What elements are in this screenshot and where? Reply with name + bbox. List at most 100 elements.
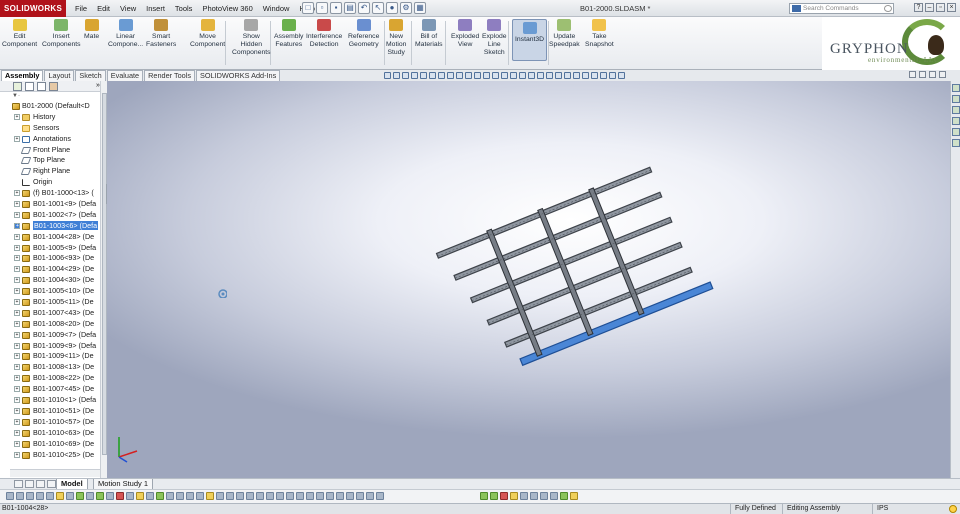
- file-explorer-icon[interactable]: [952, 106, 960, 114]
- undo-icon[interactable]: ↶: [358, 2, 370, 14]
- edit-appearance-icon[interactable]: [447, 72, 454, 79]
- motion-tool-icon[interactable]: [520, 492, 528, 500]
- status-units[interactable]: IPS: [872, 504, 888, 514]
- motion-tool-icon[interactable]: [356, 492, 364, 500]
- tree-item[interactable]: + B01-1004<30> (De: [0, 275, 100, 286]
- tree-item[interactable]: + B01-1009<7> (Defa: [0, 330, 100, 341]
- motion-tool-icon[interactable]: [216, 492, 224, 500]
- zoom-to-fit-icon[interactable]: [384, 72, 391, 79]
- menu-photoview-360[interactable]: PhotoView 360: [197, 0, 257, 17]
- take-snapshot-button[interactable]: Take Snapshot: [585, 19, 614, 49]
- motion-tool-icon[interactable]: [540, 492, 548, 500]
- view-orientation-icon[interactable]: [420, 72, 427, 79]
- motion-tool-icon[interactable]: [66, 492, 74, 500]
- design-library-icon[interactable]: [952, 95, 960, 103]
- explode-line-button[interactable]: Explode Line Sketch: [482, 19, 507, 57]
- expand-icon[interactable]: +: [14, 309, 20, 316]
- minimize-icon[interactable]: –: [925, 3, 934, 12]
- select-arrow-icon[interactable]: ↖: [372, 2, 384, 14]
- apply-scene-icon[interactable]: [456, 72, 463, 79]
- motion-tool-icon[interactable]: [196, 492, 204, 500]
- expand-icon[interactable]: +: [14, 244, 20, 251]
- motion-tool-icon[interactable]: [316, 492, 324, 500]
- update-speedpak-button[interactable]: Update Speedpak: [549, 19, 580, 49]
- expand-icon[interactable]: +: [14, 233, 20, 240]
- motion-tool-icon[interactable]: [116, 492, 124, 500]
- motion-tool-icon[interactable]: [306, 492, 314, 500]
- tree-item[interactable]: + B01-1008<20> (De: [0, 319, 100, 330]
- tree-item[interactable]: Sensors: [0, 123, 100, 134]
- next-tab-icon[interactable]: [36, 480, 45, 488]
- expand-icon[interactable]: +: [14, 451, 20, 458]
- tree-item[interactable]: + B01-1004<28> (De: [0, 232, 100, 243]
- motion-tool-icon[interactable]: [366, 492, 374, 500]
- expand-icon[interactable]: +: [14, 211, 20, 218]
- search-commands-input[interactable]: Search Commands: [789, 3, 894, 14]
- expand-icon[interactable]: +: [14, 190, 20, 197]
- instant3d-button[interactable]: Instant3D: [512, 19, 548, 61]
- new-motion-button[interactable]: New Motion Study: [386, 19, 406, 57]
- motion-tool-icon[interactable]: [156, 492, 164, 500]
- expand-icon[interactable]: +: [14, 266, 20, 273]
- tree-item[interactable]: + B01-1008<13> (De: [0, 362, 100, 373]
- menu-window[interactable]: Window: [258, 0, 295, 17]
- appearances-icon[interactable]: [952, 128, 960, 136]
- tree-item[interactable]: + B01-1004<29> (De: [0, 264, 100, 275]
- hide-show-icon[interactable]: [438, 72, 445, 79]
- expand-icon[interactable]: +: [14, 277, 20, 284]
- open-folder-icon[interactable]: ▫: [316, 2, 328, 14]
- realview-icon[interactable]: [573, 72, 580, 79]
- search-scope-icon[interactable]: [792, 5, 801, 12]
- first-tab-icon[interactable]: [14, 480, 23, 488]
- resources-icon[interactable]: [952, 84, 960, 92]
- menu-insert[interactable]: Insert: [141, 0, 170, 17]
- tree-item[interactable]: + (f) B01-1000<13> (: [0, 188, 100, 199]
- tree-horizontal-scrollbar[interactable]: [10, 469, 100, 477]
- minimize-viewport-icon[interactable]: [919, 71, 926, 78]
- isometric-icon[interactable]: [501, 72, 508, 79]
- motion-tool-icon[interactable]: [346, 492, 354, 500]
- tree-item[interactable]: + B01-1010<25> (De: [0, 450, 100, 461]
- save-icon[interactable]: ▪: [330, 2, 342, 14]
- expand-icon[interactable]: +: [14, 135, 20, 142]
- motion-tool-icon[interactable]: [510, 492, 518, 500]
- tree-item[interactable]: + B01-1005<11> (De: [0, 297, 100, 308]
- expand-icon[interactable]: +: [14, 299, 20, 306]
- reference-geometry-button[interactable]: Reference Geometry: [348, 19, 379, 49]
- assembly-model[interactable]: [107, 81, 950, 478]
- expand-icon[interactable]: +: [14, 113, 20, 120]
- motion-tool-icon[interactable]: [36, 492, 44, 500]
- selected-rail[interactable]: [519, 281, 714, 367]
- motion-tool-icon[interactable]: [480, 492, 488, 500]
- expand-icon[interactable]: +: [14, 429, 20, 436]
- motion-tool-icon[interactable]: [246, 492, 254, 500]
- decals-icon[interactable]: [609, 72, 616, 79]
- view-palette-icon[interactable]: [952, 117, 960, 125]
- hidden-lines-icon[interactable]: [537, 72, 544, 79]
- lights-icon[interactable]: [591, 72, 598, 79]
- configuration-manager-tab-icon[interactable]: [37, 82, 46, 91]
- help-question-icon[interactable]: ?: [914, 3, 923, 12]
- file-properties-icon[interactable]: ▦: [414, 2, 426, 14]
- motion-tool-icon[interactable]: [550, 492, 558, 500]
- motion-tool-icon[interactable]: [530, 492, 538, 500]
- tree-item[interactable]: + B01-1010<51> (De: [0, 406, 100, 417]
- tab-solidworks-add-ins[interactable]: SOLIDWORKS Add-Ins: [196, 70, 281, 81]
- tree-root-assembly[interactable]: B01-2000 (Default<D: [0, 101, 100, 112]
- scenes-icon[interactable]: [600, 72, 607, 79]
- motion-tool-icon[interactable]: [16, 492, 24, 500]
- expand-icon[interactable]: +: [14, 397, 20, 404]
- tree-item[interactable]: + B01-1008<22> (De: [0, 373, 100, 384]
- view-settings-icon[interactable]: [465, 72, 472, 79]
- tree-item[interactable]: + B01-1003<6> (Defa: [0, 220, 100, 232]
- tab-render-tools[interactable]: Render Tools: [144, 70, 195, 81]
- expand-icon[interactable]: +: [14, 342, 20, 349]
- linear-compone-button[interactable]: Linear Compone...: [108, 19, 143, 49]
- insert-components-button[interactable]: Insert Components: [42, 19, 81, 49]
- tab-assembly[interactable]: Assembly: [1, 70, 44, 81]
- motion-tool-icon[interactable]: [336, 492, 344, 500]
- expand-icon[interactable]: +: [14, 364, 20, 371]
- motion-tool-icon[interactable]: [256, 492, 264, 500]
- motion-tool-icon[interactable]: [86, 492, 94, 500]
- tree-item[interactable]: + B01-1001<9> (Defa: [0, 199, 100, 210]
